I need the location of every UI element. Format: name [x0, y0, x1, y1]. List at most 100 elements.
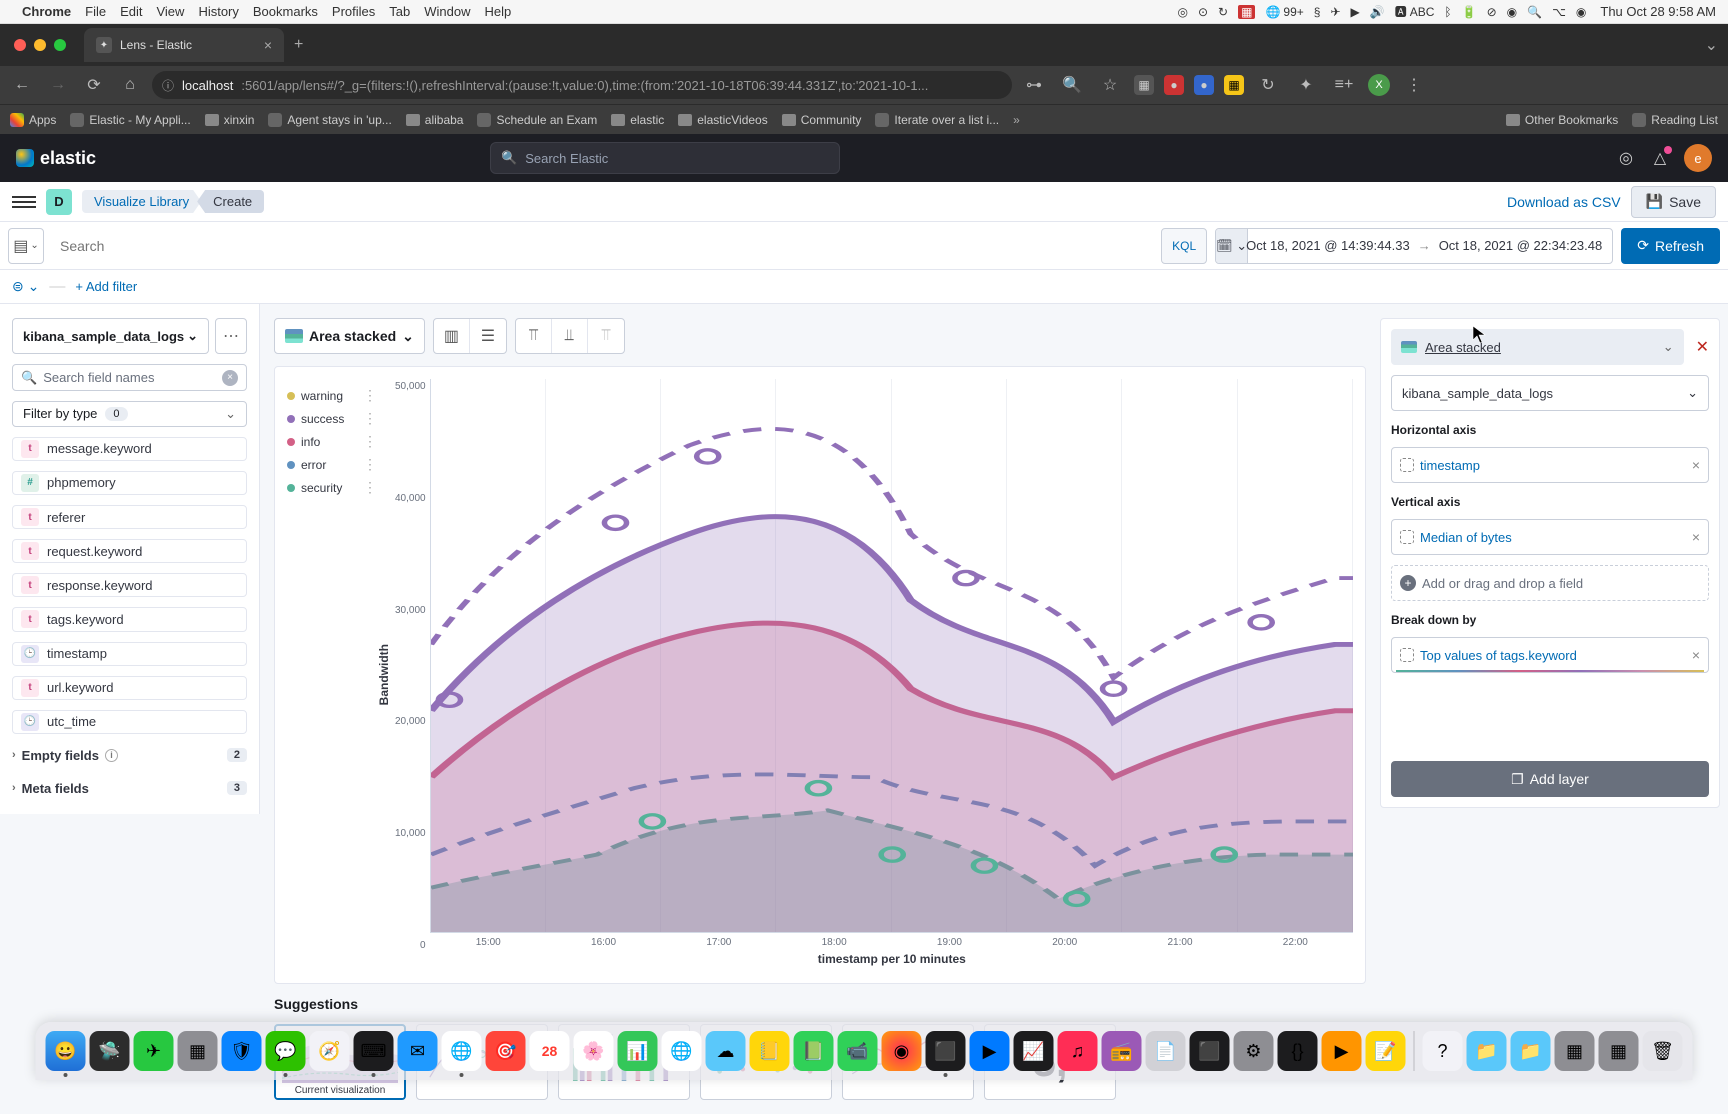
download-csv-link[interactable]: Download as CSV — [1507, 194, 1621, 210]
dock-iterm[interactable]: ⬛ — [926, 1031, 966, 1071]
status-icon[interactable]: ▶ — [1351, 5, 1360, 19]
empty-fields-toggle[interactable]: › Empty fields i 2 — [12, 744, 247, 767]
dock-mail[interactable]: ✉ — [398, 1031, 438, 1071]
remove-dimension-icon[interactable]: × — [1692, 457, 1700, 473]
siri-icon[interactable]: ◉ — [1576, 5, 1586, 19]
battery-icon[interactable]: 🔋 — [1462, 5, 1477, 19]
dock-podcasts[interactable]: 📻 — [1102, 1031, 1142, 1071]
status-icon[interactable]: ◉ — [1507, 5, 1517, 19]
notif-badge[interactable]: 🌐99+ — [1265, 5, 1303, 19]
password-icon[interactable]: ⊶ — [1020, 71, 1048, 99]
extension-icon[interactable]: ▦ — [1224, 75, 1244, 95]
vertical-axis-dimension[interactable]: Median of bytes × — [1391, 519, 1709, 555]
extension-icon[interactable]: ▦ — [1134, 75, 1154, 95]
legend-toggle[interactable]: ☰ — [470, 319, 506, 353]
dock-app[interactable]: ▶ — [1322, 1031, 1362, 1071]
saved-query-menu[interactable]: ▤ ⌄ — [8, 228, 44, 264]
search-fields-input[interactable]: 🔍 Search field names × — [12, 364, 247, 391]
dock-help[interactable]: ? — [1423, 1031, 1463, 1071]
dock-notes[interactable]: 📝 — [1366, 1031, 1406, 1071]
time-picker[interactable]: 🗓 ⌄ Oct 18, 2021 @ 14:39:44.33 → Oct 18,… — [1215, 228, 1613, 264]
back-button[interactable]: ← — [8, 71, 36, 99]
clear-icon[interactable]: × — [222, 370, 238, 386]
profile-avatar[interactable]: X — [1368, 74, 1390, 96]
space-selector[interactable]: D — [46, 189, 72, 215]
vertical-axis-empty-drop[interactable]: + Add or drag and drop a field — [1391, 565, 1709, 601]
bookmark-item[interactable]: Agent stays in 'up... — [268, 113, 391, 127]
legend-actions-icon[interactable]: ⋮ — [363, 387, 377, 404]
status-icon[interactable]: ✈ — [1330, 5, 1340, 19]
field-item[interactable]: turl.keyword — [12, 676, 247, 700]
dock-stocks[interactable]: 📈 — [1014, 1031, 1054, 1071]
field-item[interactable]: 🕒utc_time — [12, 710, 247, 734]
legend-actions-icon[interactable]: ⋮ — [363, 456, 377, 473]
dock-safari[interactable]: 🧭 — [310, 1031, 350, 1071]
dock-wechat[interactable]: 💬 — [266, 1031, 306, 1071]
dock-app[interactable]: ⚙ — [1234, 1031, 1274, 1071]
reload-button[interactable]: ⟳ — [80, 71, 108, 99]
newsfeed-icon[interactable]: △ — [1650, 148, 1670, 168]
reading-list-icon[interactable]: ≡+ — [1330, 71, 1358, 99]
legend-item[interactable]: error⋮ — [287, 456, 377, 473]
apps-shortcut[interactable]: Apps — [10, 113, 56, 127]
legend-actions-icon[interactable]: ⋮ — [363, 410, 377, 427]
layer-chart-type[interactable]: Area stacked ⌄ — [1391, 329, 1684, 365]
control-center-icon[interactable]: ⌥ — [1552, 5, 1566, 19]
clock[interactable]: Thu Oct 28 9:58 AM — [1600, 4, 1716, 19]
dock-app[interactable]: ✈ — [134, 1031, 174, 1071]
remove-dimension-icon[interactable]: × — [1692, 529, 1700, 545]
field-item[interactable]: ttags.keyword — [12, 607, 247, 631]
labels-toggle[interactable]: ▥ — [434, 319, 470, 353]
dock-app[interactable]: 🌐 — [662, 1031, 702, 1071]
other-bookmarks[interactable]: Other Bookmarks — [1506, 113, 1618, 127]
help-icon[interactable]: ◎ — [1616, 148, 1636, 168]
menu-file[interactable]: File — [85, 4, 106, 19]
field-item[interactable]: trequest.keyword — [12, 539, 247, 563]
global-search[interactable]: 🔍 Search Elastic — [490, 142, 840, 174]
horizontal-axis-dimension[interactable]: timestamp × — [1391, 447, 1709, 483]
volume-icon[interactable]: 🔊 — [1370, 5, 1385, 19]
field-item[interactable]: treferer — [12, 505, 247, 529]
legend-item[interactable]: success⋮ — [287, 410, 377, 427]
dock-folder[interactable]: 📁 — [1511, 1031, 1551, 1071]
dock-facetime[interactable]: 📹 — [838, 1031, 878, 1071]
close-window[interactable] — [14, 39, 26, 51]
omnibox[interactable]: ⓘ localhost :5601/app/lens#/?_g=(filters… — [152, 71, 1012, 99]
site-info-icon[interactable]: ⓘ — [162, 77, 174, 94]
filter-by-type[interactable]: Filter by type 0 ⌄ — [12, 401, 247, 427]
breadcrumb-visualize-library[interactable]: Visualize Library — [82, 190, 201, 213]
dock-app[interactable]: 🎯 — [486, 1031, 526, 1071]
dock-folder[interactable]: ▦ — [1599, 1031, 1639, 1071]
dock-app[interactable]: 🛡 — [222, 1031, 262, 1071]
status-icon[interactable]: ⊙ — [1198, 5, 1208, 19]
menu-tab[interactable]: Tab — [389, 4, 410, 19]
field-item[interactable]: 🕒timestamp — [12, 642, 247, 666]
dock-downloads[interactable]: 📁 — [1467, 1031, 1507, 1071]
legend-actions-icon[interactable]: ⋮ — [363, 479, 377, 496]
legend-item[interactable]: security⋮ — [287, 479, 377, 496]
nav-toggle[interactable] — [12, 190, 36, 214]
legend-item[interactable]: info⋮ — [287, 433, 377, 450]
left-axis-config[interactable]: ⫪ — [516, 319, 552, 353]
dock-launchpad[interactable]: ▦ — [178, 1031, 218, 1071]
extension-icon[interactable]: ↻ — [1254, 71, 1282, 99]
menu-history[interactable]: History — [198, 4, 238, 19]
index-pattern-actions[interactable]: ⋯ — [215, 318, 247, 354]
bookmark-folder[interactable]: alibaba — [406, 113, 464, 127]
dock-app[interactable]: {} — [1278, 1031, 1318, 1071]
extensions-puzzle-icon[interactable]: ✦ — [1292, 71, 1320, 99]
menu-edit[interactable]: Edit — [120, 4, 142, 19]
dock-terminal[interactable]: ⌨ — [354, 1031, 394, 1071]
bookmark-folder[interactable]: xinxin — [205, 113, 255, 127]
bookmark-item[interactable]: Schedule an Exam — [477, 113, 597, 127]
status-icon[interactable]: ◎ — [1178, 5, 1188, 19]
dock-folder[interactable]: ▦ — [1555, 1031, 1595, 1071]
minimize-window[interactable] — [34, 39, 46, 51]
dock-app[interactable]: 📒 — [750, 1031, 790, 1071]
dock-app[interactable]: ☁ — [706, 1031, 746, 1071]
save-button[interactable]: 💾 Save — [1631, 186, 1716, 218]
menu-help[interactable]: Help — [485, 4, 512, 19]
status-icon[interactable]: ⊘ — [1487, 5, 1497, 19]
dock-music[interactable]: ♫ — [1058, 1031, 1098, 1071]
bookmarks-overflow[interactable]: » — [1013, 113, 1020, 127]
